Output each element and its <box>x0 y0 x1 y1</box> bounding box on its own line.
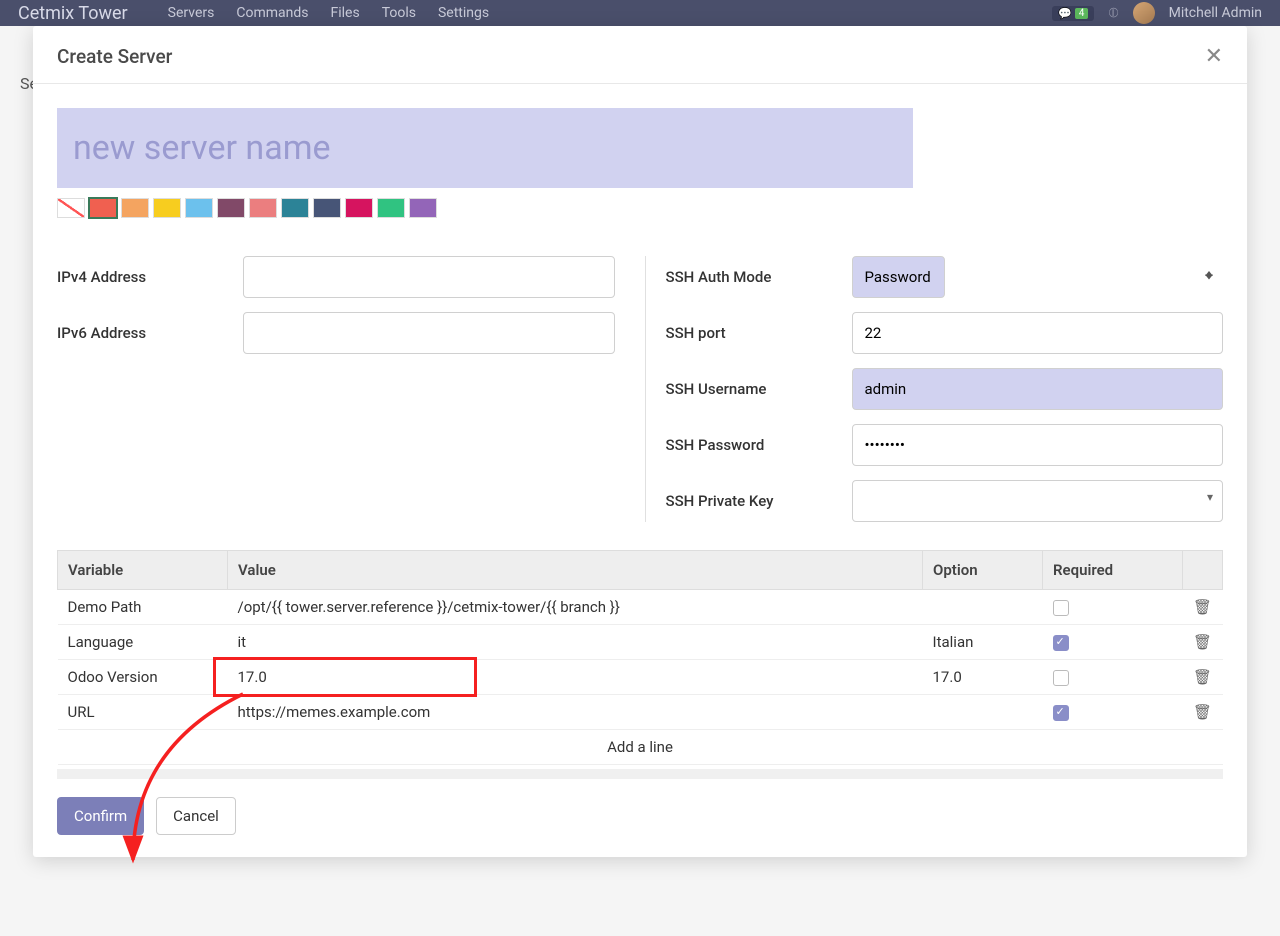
th-actions <box>1183 551 1223 590</box>
cell-required <box>1043 590 1183 625</box>
trash-icon[interactable]: 🗑 <box>1193 633 1212 651</box>
required-checkbox[interactable] <box>1053 705 1069 721</box>
color-swatch[interactable] <box>377 198 405 218</box>
ssh-auth-select[interactable]: Password <box>852 256 945 298</box>
cancel-button[interactable]: Cancel <box>156 797 236 835</box>
trash-icon[interactable]: 🗑 <box>1193 598 1212 616</box>
ssh-user-label: SSH Username <box>666 380 852 398</box>
cell-value: it <box>228 625 923 660</box>
color-swatch[interactable] <box>89 198 117 218</box>
table-scrollbar[interactable] <box>57 769 1223 779</box>
ssh-pkey-input[interactable] <box>852 480 1224 522</box>
ipv4-input[interactable] <box>243 256 615 298</box>
color-swatch[interactable] <box>217 198 245 218</box>
cell-option <box>923 590 1043 625</box>
cell-option <box>923 695 1043 730</box>
server-name-input[interactable] <box>57 108 913 188</box>
modal-overlay: Create Server ✕ <box>0 0 1280 936</box>
trash-icon[interactable]: 🗑 <box>1193 703 1212 721</box>
color-none[interactable] <box>57 198 85 218</box>
cell-variable: Language <box>58 625 228 660</box>
cell-required <box>1043 660 1183 695</box>
color-swatch[interactable] <box>313 198 341 218</box>
cell-value: 17.0 <box>228 660 923 695</box>
cell-value: https://memes.example.com <box>228 695 923 730</box>
required-checkbox[interactable] <box>1053 600 1069 616</box>
color-swatch[interactable] <box>185 198 213 218</box>
trash-icon[interactable]: 🗑 <box>1193 668 1212 686</box>
table-row[interactable]: Language it Italian 🗑 <box>58 625 1223 660</box>
cell-required <box>1043 695 1183 730</box>
variables-table: Variable Value Option Required Demo Path… <box>57 550 1223 765</box>
cell-variable: Demo Path <box>58 590 228 625</box>
close-icon[interactable]: ✕ <box>1205 44 1223 69</box>
ssh-pkey-label: SSH Private Key <box>666 492 852 510</box>
color-swatch[interactable] <box>249 198 277 218</box>
color-swatch[interactable] <box>153 198 181 218</box>
ipv6-label: IPv6 Address <box>57 324 243 342</box>
ssh-auth-label: SSH Auth Mode <box>666 268 852 286</box>
th-value: Value <box>228 551 923 590</box>
ssh-pass-input[interactable] <box>852 424 1224 466</box>
required-checkbox[interactable] <box>1053 670 1069 686</box>
ipv6-input[interactable] <box>243 312 615 354</box>
cell-option: 17.0 <box>923 660 1043 695</box>
modal-title: Create Server <box>57 45 172 68</box>
cell-option: Italian <box>923 625 1043 660</box>
add-line-button[interactable]: Add a line <box>58 730 1223 765</box>
color-swatch[interactable] <box>121 198 149 218</box>
confirm-button[interactable]: Confirm <box>57 797 144 835</box>
cell-required <box>1043 625 1183 660</box>
th-option: Option <box>923 551 1043 590</box>
color-swatch[interactable] <box>345 198 373 218</box>
th-variable: Variable <box>58 551 228 590</box>
ssh-user-input[interactable] <box>852 368 1224 410</box>
cell-value: /opt/{{ tower.server.reference }}/cetmix… <box>228 590 923 625</box>
ssh-port-label: SSH port <box>666 324 852 342</box>
table-row[interactable]: Odoo Version 17.0 17.0 🗑 <box>58 660 1223 695</box>
th-required: Required <box>1043 551 1183 590</box>
required-checkbox[interactable] <box>1053 635 1069 651</box>
ipv4-label: IPv4 Address <box>57 268 243 286</box>
cell-variable: Odoo Version <box>58 660 228 695</box>
color-swatch[interactable] <box>281 198 309 218</box>
ssh-pass-label: SSH Password <box>666 436 852 454</box>
ssh-port-input[interactable] <box>852 312 1224 354</box>
color-swatch[interactable] <box>409 198 437 218</box>
color-picker <box>57 198 1223 218</box>
create-server-modal: Create Server ✕ <box>33 26 1247 857</box>
table-row[interactable]: Demo Path /opt/{{ tower.server.reference… <box>58 590 1223 625</box>
cell-variable: URL <box>58 695 228 730</box>
table-row[interactable]: URL https://memes.example.com 🗑 <box>58 695 1223 730</box>
